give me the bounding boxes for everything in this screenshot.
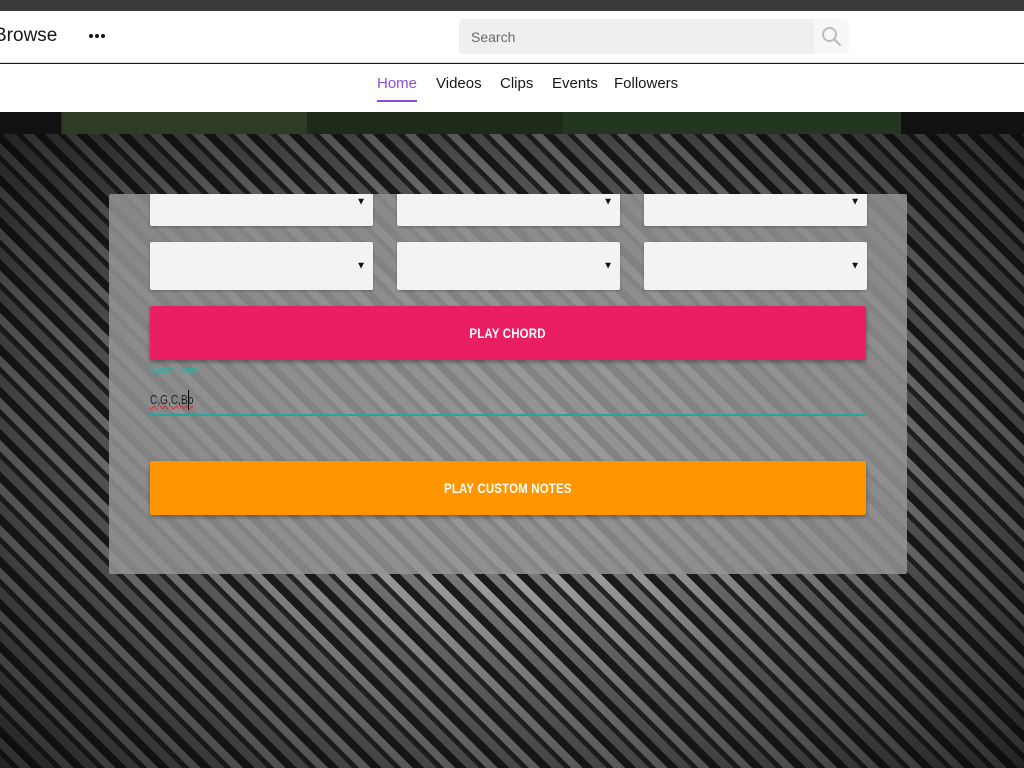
dropdown-arrow-icon: ▼ <box>603 260 613 272</box>
note-select-6[interactable]: ▼ <box>644 242 867 290</box>
note-select-1[interactable]: ▼ <box>150 194 373 226</box>
search-input[interactable] <box>459 19 814 54</box>
custom-notes-label: Custom notes <box>150 365 198 375</box>
play-chord-button[interactable]: PLAY CHORD <box>150 306 866 360</box>
browse-link[interactable]: Browse <box>0 25 57 47</box>
channel-nav: Home Videos Clips Events Followers <box>0 64 1024 112</box>
search-button[interactable] <box>814 19 849 54</box>
dropdown-arrow-icon: ▼ <box>850 260 860 272</box>
play-custom-notes-button[interactable]: PLAY CUSTOM NOTES <box>150 461 866 515</box>
tab-followers[interactable]: Followers <box>614 75 678 100</box>
chord-player-panel: ▼ ▼ ▼ ▼ ▼ ▼ PLAY CHORD Custom notes C,G,… <box>109 194 907 574</box>
more-horizontal-icon[interactable] <box>88 33 108 41</box>
custom-notes-value: C,G,C,Bb <box>150 392 194 407</box>
dropdown-arrow-icon: ▼ <box>850 196 860 208</box>
note-select-4[interactable]: ▼ <box>150 242 373 290</box>
note-select-3[interactable]: ▼ <box>644 194 867 226</box>
dropdown-arrow-icon: ▼ <box>356 196 366 208</box>
play-chord-label: PLAY CHORD <box>469 325 547 341</box>
background-top-band <box>0 112 1024 134</box>
window-top-strip <box>0 0 1024 11</box>
note-select-2[interactable]: ▼ <box>397 194 620 226</box>
top-navigation-bar: Browse <box>0 11 1024 63</box>
custom-notes-input[interactable] <box>150 388 866 416</box>
note-select-5[interactable]: ▼ <box>397 242 620 290</box>
tab-events[interactable]: Events <box>552 75 598 100</box>
search-icon <box>822 27 842 47</box>
tab-clips[interactable]: Clips <box>500 75 533 100</box>
tab-videos[interactable]: Videos <box>436 75 482 100</box>
dropdown-arrow-icon: ▼ <box>356 260 366 272</box>
tab-home[interactable]: Home <box>377 75 418 102</box>
dropdown-arrow-icon: ▼ <box>603 196 613 208</box>
text-caret <box>188 390 189 410</box>
play-custom-notes-label: PLAY CUSTOM NOTES <box>444 480 572 496</box>
